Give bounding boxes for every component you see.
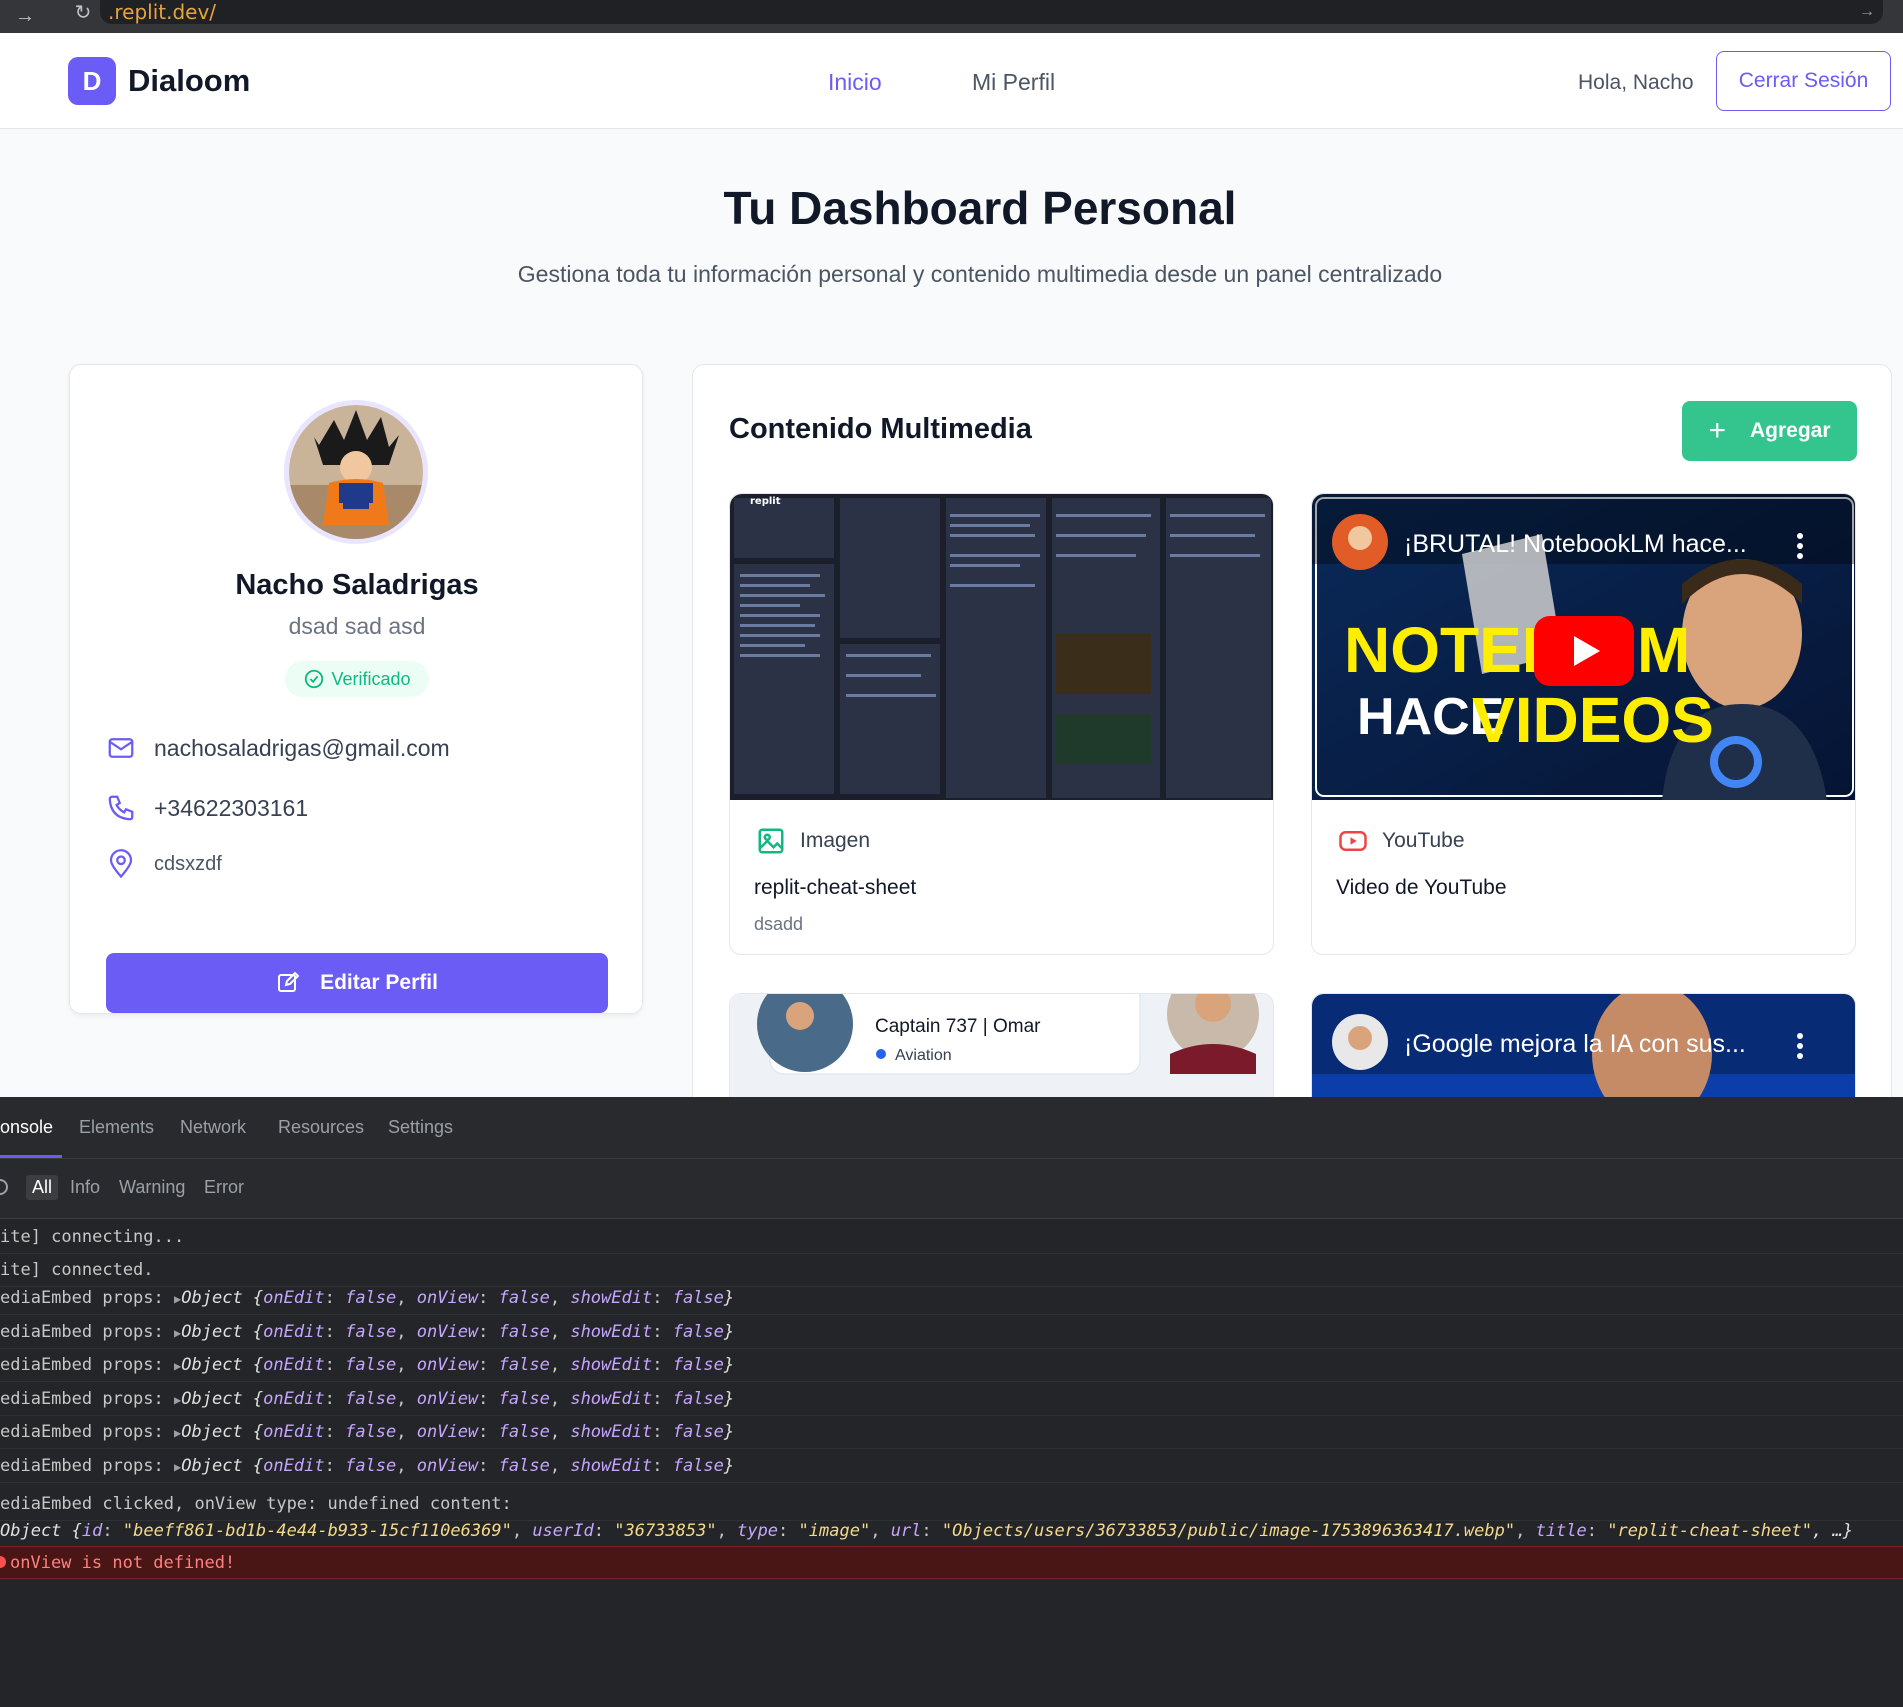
- email-row: nachosaladrigas@gmail.com: [106, 733, 450, 763]
- logout-button[interactable]: Cerrar Sesión: [1716, 51, 1891, 111]
- profile-email: nachosaladrigas@gmail.com: [154, 734, 450, 761]
- filter-info[interactable]: Info: [70, 1177, 100, 1198]
- console-props-line[interactable]: ediaEmbed props: ▶Object {onEdit: false,…: [0, 1416, 1903, 1449]
- go-icon[interactable]: →: [1859, 3, 1875, 21]
- phone-row: +34622303161: [106, 793, 308, 823]
- map-pin-icon: [109, 849, 133, 879]
- verified-label: Verificado: [331, 668, 411, 689]
- address-bar[interactable]: ↻ .replit.dev/ →: [75, 0, 1883, 24]
- avatar: [284, 400, 428, 544]
- nav-link-inicio[interactable]: Inicio: [828, 69, 882, 96]
- verified-badge: Verificado: [285, 661, 429, 697]
- youtube-icon: [1339, 831, 1367, 851]
- forward-icon[interactable]: →: [10, 5, 40, 28]
- yt-big-text-2b: VIDEOS: [1472, 684, 1714, 756]
- obj-type: image: [808, 1521, 860, 1541]
- plus-icon: +: [1708, 414, 1726, 447]
- tab-console[interactable]: onsole: [0, 1117, 53, 1138]
- phone-icon: [108, 795, 134, 821]
- media-thumbnail[interactable]: replit: [730, 494, 1273, 800]
- media-card-3[interactable]: Captain 737 | Omar Aviation: [729, 993, 1274, 1097]
- media-item-description: dsadd: [754, 914, 804, 934]
- tab-resources[interactable]: Resources: [278, 1117, 364, 1138]
- media-panel: Contenido Multimedia + Agregar replit Im…: [692, 364, 1892, 1097]
- console-props-line[interactable]: ediaEmbed props: ▶Object {onEdit: false,…: [0, 1383, 1903, 1416]
- check-circle-icon: [305, 669, 324, 689]
- logo-icon[interactable]: D: [68, 57, 116, 105]
- filter-all[interactable]: All: [26, 1175, 59, 1200]
- clear-console-icon[interactable]: [0, 1179, 8, 1195]
- media-item-title: Video de YouTube: [1336, 876, 1507, 899]
- media-card-youtube[interactable]: ¡BRUTAL! NotebookLM hace... NOTEBO M HAC…: [1311, 493, 1856, 955]
- thumb-profile-name: Captain 737 | Omar: [875, 1016, 1041, 1037]
- tab-settings[interactable]: Settings: [388, 1117, 453, 1138]
- devtools-tabs: onsole Elements Network Resources Settin…: [0, 1097, 1903, 1159]
- console-props-line[interactable]: ediaEmbed props: ▶Object {onEdit: false,…: [0, 1349, 1903, 1382]
- youtube-thumbnail[interactable]: ¡Google mejora la IA con sus...: [1312, 994, 1855, 1097]
- edit-icon: [278, 971, 300, 992]
- add-media-label: Agregar: [1750, 419, 1831, 442]
- media-thumbnail[interactable]: Captain 737 | Omar Aviation: [730, 994, 1273, 1097]
- reload-icon[interactable]: ↻: [68, 0, 98, 25]
- obj-userid: 36733853: [624, 1521, 707, 1541]
- obj-id: beeff861-bd1b-4e44-b933-15cf110e6369: [133, 1521, 502, 1541]
- console-filters: All Info Warning Error: [0, 1159, 1903, 1219]
- location-row: cdsxzdf: [106, 849, 222, 879]
- console-props-line[interactable]: ediaEmbed props: ▶Object {onEdit: false,…: [0, 1450, 1903, 1483]
- console-props-line[interactable]: ediaEmbed props: ▶Object {onEdit: false,…: [0, 1316, 1903, 1349]
- filter-error[interactable]: Error: [204, 1177, 244, 1198]
- profile-location: cdsxzdf: [154, 852, 222, 875]
- tab-elements[interactable]: Elements: [79, 1117, 154, 1138]
- media-type-label: YouTube: [1382, 829, 1465, 852]
- console-log: ite] connecting...: [0, 1221, 1903, 1254]
- tab-network[interactable]: Network: [180, 1117, 246, 1138]
- user-greeting: Hola, Nacho: [1578, 71, 1694, 94]
- page-title: Tu Dashboard Personal: [723, 182, 1237, 234]
- profile-phone: +34622303161: [154, 794, 309, 821]
- add-media-button[interactable]: + Agregar: [1682, 401, 1857, 461]
- media-type-row: YouTube: [1338, 826, 1465, 856]
- mail-icon: [108, 738, 134, 758]
- devtools-panel: onsole Elements Network Resources Settin…: [0, 1097, 1903, 1707]
- error-text: onView is not defined!: [10, 1553, 236, 1573]
- edit-profile-button[interactable]: Editar Perfil: [106, 953, 608, 1013]
- console-props-line[interactable]: ediaEmbed props: ▶Object {onEdit: false,…: [0, 1282, 1903, 1315]
- media-card-image[interactable]: replit Imagen replit-cheat-sheet dsadd: [729, 493, 1274, 955]
- media-card-4[interactable]: ¡Google mejora la IA con sus...: [1311, 993, 1856, 1097]
- thumb-brand-text: replit: [750, 496, 781, 507]
- profile-card: Nacho Saladrigas dsad sad asd Verificado…: [69, 364, 643, 1014]
- obj-url: Objects/users/36733853/public/image-1753…: [952, 1521, 1505, 1541]
- app: D Dialoom Inicio Mi Perfil Hola, Nacho C…: [0, 33, 1903, 1097]
- yt-overlay-title: ¡BRUTAL! NotebookLM hace...: [1404, 530, 1747, 558]
- edit-profile-label: Editar Perfil: [320, 971, 438, 994]
- console-object-line[interactable]: Object {id: "beeff861-bd1b-4e44-b933-15c…: [0, 1515, 1903, 1548]
- profile-name: Nacho Saladrigas: [235, 569, 479, 601]
- brand-name[interactable]: Dialoom: [128, 63, 250, 99]
- thumb-profile-sub: Aviation: [895, 1047, 952, 1064]
- filter-warning[interactable]: Warning: [119, 1177, 185, 1198]
- media-section-title: Contenido Multimedia: [729, 413, 1032, 445]
- media-type-label: Imagen: [800, 829, 871, 852]
- yt-big-text-1b: M: [1637, 614, 1690, 686]
- top-navigation: D Dialoom Inicio Mi Perfil Hola, Nacho C…: [0, 33, 1903, 129]
- console-error: onView is not defined!: [0, 1546, 1903, 1579]
- image-icon: [758, 828, 784, 854]
- url-text: .replit.dev/: [108, 0, 217, 24]
- obj-title: replit-cheat-sheet: [1617, 1521, 1802, 1541]
- media-item-title: replit-cheat-sheet: [754, 876, 917, 899]
- youtube-thumbnail[interactable]: ¡BRUTAL! NotebookLM hace... NOTEBO M HAC…: [1312, 494, 1855, 800]
- browser-bar: → ↻ .replit.dev/ →: [0, 0, 1903, 33]
- media-type-row: Imagen: [756, 826, 870, 856]
- active-tab-indicator: [0, 1155, 62, 1158]
- page-subtitle: Gestiona toda tu información personal y …: [517, 261, 1443, 287]
- error-icon: [0, 1556, 6, 1568]
- nav-link-mi-perfil[interactable]: Mi Perfil: [972, 69, 1055, 96]
- profile-bio: dsad sad asd: [288, 613, 426, 639]
- yt-overlay-title: ¡Google mejora la IA con sus...: [1404, 1030, 1746, 1058]
